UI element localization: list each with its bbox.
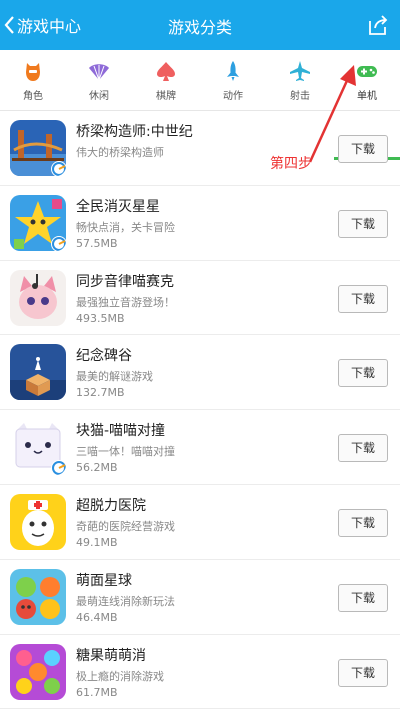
- game-center-badge-icon: [52, 236, 66, 251]
- app-icon: [10, 643, 66, 700]
- list-item[interactable]: 萌面星球 最萌连线消除新玩法 46.4MB 下载: [0, 560, 400, 635]
- tab-label: 角色: [23, 91, 43, 102]
- tab-character[interactable]: 角色: [0, 50, 66, 110]
- app-icon: [10, 194, 66, 251]
- app-description: 三喵一体！喵喵对撞: [76, 445, 175, 459]
- download-button[interactable]: 下载: [338, 135, 388, 163]
- app-icon: [10, 120, 66, 176]
- app-size: 57.5MB: [76, 236, 118, 250]
- app-icon: [10, 493, 66, 550]
- tab-label: 动作: [223, 91, 243, 102]
- download-button[interactable]: 下载: [338, 209, 388, 238]
- list-item[interactable]: 超脱力医院 奇葩的医院经营游戏 49.1MB 下载: [0, 485, 400, 560]
- app-size: 46.4MB: [76, 610, 118, 624]
- app-description: 奇葩的医院经营游戏: [76, 519, 175, 533]
- app-name: 纪念碑谷: [76, 348, 132, 365]
- back-button[interactable]: 游戏中心: [4, 12, 81, 38]
- app-size: 132.7MB: [76, 386, 125, 400]
- candy-game-icon: [10, 643, 66, 700]
- share-icon[interactable]: [366, 13, 390, 37]
- download-button[interactable]: 下载: [338, 434, 388, 463]
- cute-planet-icon: [10, 568, 66, 625]
- app-icon: [10, 568, 66, 625]
- app-size: 56.2MB: [76, 461, 118, 475]
- app-name: 萌面星球: [76, 572, 132, 589]
- download-button[interactable]: 下载: [338, 359, 388, 388]
- download-button[interactable]: 下载: [338, 284, 388, 313]
- app-description: 最强独立音游登场！: [76, 295, 175, 309]
- list-item[interactable]: 桥梁构造师:中世纪 伟大的桥梁构造师 下载: [0, 111, 400, 186]
- app-icon: [10, 344, 66, 401]
- tab-label: 休闲: [89, 91, 109, 102]
- tab-label: 棋牌: [156, 91, 176, 102]
- list-item[interactable]: 糖果萌萌消 极上瘾的消除游戏 61.7MB 下载: [0, 635, 400, 709]
- app-name: 块猫-喵喵对撞: [76, 423, 166, 440]
- header-bar: 游戏中心 游戏分类: [0, 0, 400, 50]
- character-icon: [26, 63, 40, 81]
- app-icon: [10, 419, 66, 476]
- list-item[interactable]: 同步音律喵赛克 最强独立音游登场！ 493.5MB 下载: [0, 261, 400, 336]
- game-list: 桥梁构造师:中世纪 伟大的桥梁构造师 下载 全民消灭星星 畅快点消，关卡冒险 5…: [0, 111, 400, 709]
- download-button[interactable]: 下载: [338, 658, 388, 687]
- list-item[interactable]: 全民消灭星星 畅快点消，关卡冒险 57.5MB 下载: [0, 186, 400, 261]
- fan-icon: [89, 64, 109, 81]
- app-description: 最萌连线消除新玩法: [76, 594, 175, 608]
- download-button[interactable]: 下载: [338, 508, 388, 537]
- app-name: 糖果萌萌消: [76, 647, 146, 664]
- hospital-game-icon: [10, 493, 66, 550]
- monument-valley-icon: [10, 344, 66, 401]
- download-button[interactable]: 下载: [338, 583, 388, 612]
- app-size: 61.7MB: [76, 685, 118, 699]
- cat-music-game-icon: [10, 269, 66, 326]
- list-item[interactable]: 块猫-喵喵对撞 三喵一体！喵喵对撞 56.2MB 下载: [0, 410, 400, 485]
- tab-board[interactable]: 棋牌: [133, 50, 199, 110]
- app-icon: [10, 269, 66, 326]
- app-name: 同步音律喵赛克: [76, 273, 174, 290]
- app-name: 超脱力医院: [76, 497, 146, 514]
- app-name: 桥梁构造师:中世纪: [76, 124, 193, 140]
- tab-casual[interactable]: 休闲: [66, 50, 132, 110]
- list-item[interactable]: 纪念碑谷 最美的解谜游戏 132.7MB 下载: [0, 335, 400, 411]
- app-name: 全民消灭星星: [76, 198, 160, 215]
- app-size: 49.1MB: [76, 535, 118, 549]
- spade-icon: [157, 62, 175, 81]
- game-center-badge-icon: [52, 162, 66, 176]
- back-label: 游戏中心: [17, 17, 82, 36]
- chevron-left-icon: [4, 16, 14, 34]
- game-center-badge-icon: [52, 461, 66, 476]
- app-description: 伟大的桥梁构造师: [76, 146, 164, 159]
- app-description: 极上瘾的消除游戏: [76, 669, 164, 683]
- tab-action[interactable]: 动作: [200, 50, 266, 110]
- rocket-icon: [227, 61, 239, 81]
- app-size: 493.5MB: [76, 311, 125, 325]
- app-description: 畅快点消，关卡冒险: [76, 220, 175, 234]
- app-description: 最美的解谜游戏: [76, 370, 153, 384]
